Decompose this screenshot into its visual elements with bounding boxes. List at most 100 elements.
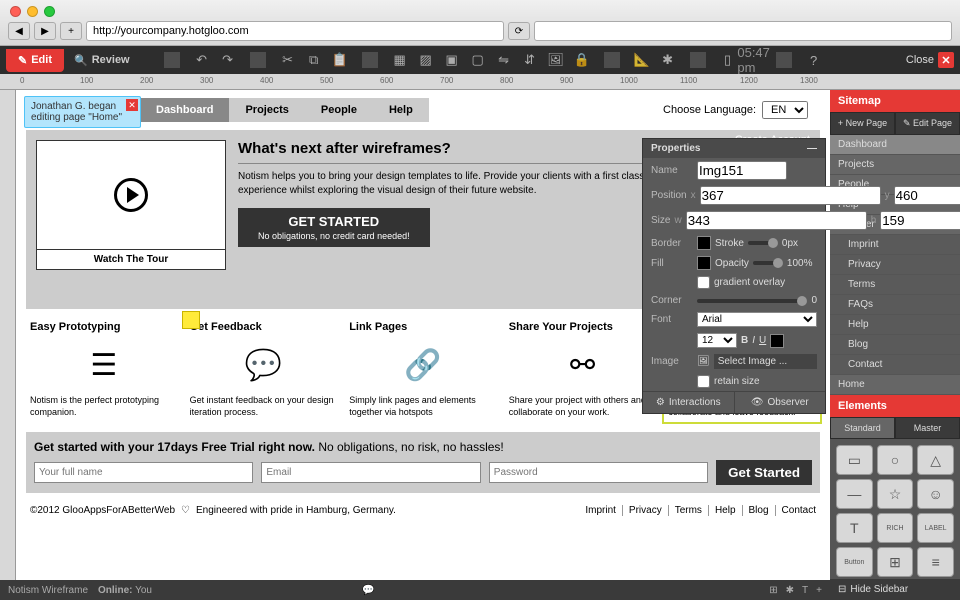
master-tab[interactable]: Master xyxy=(895,417,960,439)
chat-icon[interactable]: 💬 xyxy=(362,585,374,596)
settings-icon[interactable]: ✱ xyxy=(660,52,676,68)
feature-share[interactable]: Share Your Projects⚯Share your project w… xyxy=(505,317,661,422)
sitemap-item[interactable]: Help xyxy=(830,315,960,335)
footer-link[interactable]: Terms xyxy=(668,505,702,516)
forward-button[interactable]: ▶ xyxy=(34,22,56,40)
element-rectangle[interactable]: ▭ xyxy=(836,445,873,475)
border-color-swatch[interactable] xyxy=(697,236,711,250)
video-placeholder[interactable] xyxy=(36,140,226,250)
sitemap-item-dashboard[interactable]: Dashboard xyxy=(830,135,960,155)
retain-size-checkbox[interactable] xyxy=(697,375,710,388)
get-started-button[interactable]: GET STARTEDNo obligations, no credit car… xyxy=(238,208,430,247)
tab-people[interactable]: People xyxy=(305,98,373,122)
browser-search[interactable] xyxy=(534,21,952,41)
paste-icon[interactable]: 📋 xyxy=(332,52,348,68)
trial-name-input[interactable] xyxy=(34,462,253,483)
trial-submit-button[interactable]: Get Started xyxy=(716,460,812,485)
review-mode-tab[interactable]: 🔍Review xyxy=(64,49,140,72)
watch-tour-button[interactable]: Watch The Tour xyxy=(36,250,226,270)
font-select[interactable]: Arial xyxy=(697,312,817,327)
cut-icon[interactable]: ✂ xyxy=(280,52,296,68)
font-color-swatch[interactable] xyxy=(770,334,784,348)
flip-h-icon[interactable]: ⇋ xyxy=(496,52,512,68)
bold-icon[interactable]: B xyxy=(741,335,748,346)
close-button[interactable]: Close✕ xyxy=(906,52,954,68)
back-button[interactable]: ◀ xyxy=(8,22,30,40)
opacity-slider[interactable] xyxy=(753,261,783,265)
select-image-button[interactable]: Select Image ... xyxy=(714,354,817,369)
font-size-select[interactable]: 12 xyxy=(697,333,737,348)
tab-projects[interactable]: Projects xyxy=(229,98,304,122)
edit-mode-tab[interactable]: ✎Edit xyxy=(6,49,64,72)
standard-tab[interactable]: Standard xyxy=(830,417,895,439)
language-select[interactable]: EN xyxy=(762,101,808,119)
sitemap-item[interactable]: Terms xyxy=(830,275,960,295)
page-icon[interactable]: ▯ xyxy=(720,52,736,68)
snap-icon[interactable]: ✱ xyxy=(786,585,794,596)
zoom-window-icon[interactable] xyxy=(44,6,55,17)
properties-panel[interactable]: Properties— Name Positionxy Sizewh Borde… xyxy=(642,138,826,414)
address-bar[interactable] xyxy=(86,21,504,41)
add-button[interactable]: + xyxy=(60,22,82,40)
observer-button[interactable]: 👁Observer xyxy=(735,392,826,413)
minimize-icon[interactable]: — xyxy=(807,143,817,154)
bring-front-icon[interactable]: ▦ xyxy=(392,52,408,68)
minimize-window-icon[interactable] xyxy=(27,6,38,17)
name-input[interactable] xyxy=(697,161,787,180)
edit-page-button[interactable]: ✎ Edit Page xyxy=(895,112,960,135)
element-smiley[interactable]: ☺ xyxy=(917,479,954,509)
sitemap-item[interactable]: Contact xyxy=(830,355,960,375)
element-triangle[interactable]: △ xyxy=(917,445,954,475)
reload-button[interactable]: ⟳ xyxy=(508,22,530,40)
interactions-button[interactable]: ⚙Interactions xyxy=(643,392,735,413)
sitemap-item[interactable]: Imprint xyxy=(830,235,960,255)
gradient-checkbox[interactable] xyxy=(697,276,710,289)
stroke-slider[interactable] xyxy=(748,241,778,245)
sitemap-item[interactable]: Privacy xyxy=(830,255,960,275)
zoom-in-icon[interactable]: + xyxy=(816,585,822,596)
trial-password-input[interactable] xyxy=(489,462,708,483)
feature-link[interactable]: Link Pages🔗Simply link pages and element… xyxy=(345,317,501,422)
corner-slider[interactable] xyxy=(697,299,807,303)
undo-icon[interactable]: ↶ xyxy=(194,52,210,68)
element-list[interactable]: ≡ xyxy=(917,547,954,577)
image-icon[interactable]: 🖼 xyxy=(548,52,564,68)
footer-link[interactable]: Blog xyxy=(742,505,769,516)
underline-icon[interactable]: U xyxy=(759,335,766,346)
tab-dashboard[interactable]: Dashboard xyxy=(140,98,229,122)
hide-sidebar-button[interactable]: ⊟Hide Sidebar xyxy=(830,579,960,600)
element-line[interactable]: — xyxy=(836,479,873,509)
italic-icon[interactable]: I xyxy=(752,335,755,346)
feature-prototyping[interactable]: Easy Prototyping☰Notism is the perfect p… xyxy=(26,317,182,422)
ungroup-icon[interactable]: ▢ xyxy=(470,52,486,68)
pos-y-input[interactable] xyxy=(894,186,960,205)
element-text[interactable]: T xyxy=(836,513,873,543)
send-back-icon[interactable]: ▨ xyxy=(418,52,434,68)
grid-icon[interactable]: ⊞ xyxy=(769,585,777,596)
sitemap-item[interactable]: Blog xyxy=(830,335,960,355)
sitemap-item[interactable]: FAQs xyxy=(830,295,960,315)
lock-icon[interactable]: 🔒 xyxy=(574,52,590,68)
footer-link[interactable]: Contact xyxy=(775,505,816,516)
redo-icon[interactable]: ↷ xyxy=(220,52,236,68)
zoom-out-icon[interactable]: T xyxy=(802,585,808,596)
new-page-button[interactable]: + New Page xyxy=(830,112,895,135)
sitemap-item-projects[interactable]: Projects xyxy=(830,155,960,175)
flip-v-icon[interactable]: ⇵ xyxy=(522,52,538,68)
size-w-input[interactable] xyxy=(686,211,867,230)
tab-help[interactable]: Help xyxy=(373,98,429,122)
sticky-note-icon[interactable] xyxy=(182,311,200,329)
element-label[interactable]: LABEL xyxy=(917,513,954,543)
footer-link[interactable]: Help xyxy=(708,505,736,516)
copy-icon[interactable]: ⧉ xyxy=(306,52,322,68)
sitemap-item-home[interactable]: Home xyxy=(830,375,960,395)
element-button[interactable]: Button xyxy=(836,547,873,577)
close-icon[interactable]: ✕ xyxy=(126,99,138,111)
close-window-icon[interactable] xyxy=(10,6,21,17)
fill-color-swatch[interactable] xyxy=(697,256,711,270)
group-icon[interactable]: ▣ xyxy=(444,52,460,68)
ruler-icon[interactable]: 📐 xyxy=(634,52,650,68)
element-star[interactable]: ☆ xyxy=(877,479,914,509)
help-icon[interactable]: ? xyxy=(806,52,822,68)
element-circle[interactable]: ○ xyxy=(877,445,914,475)
